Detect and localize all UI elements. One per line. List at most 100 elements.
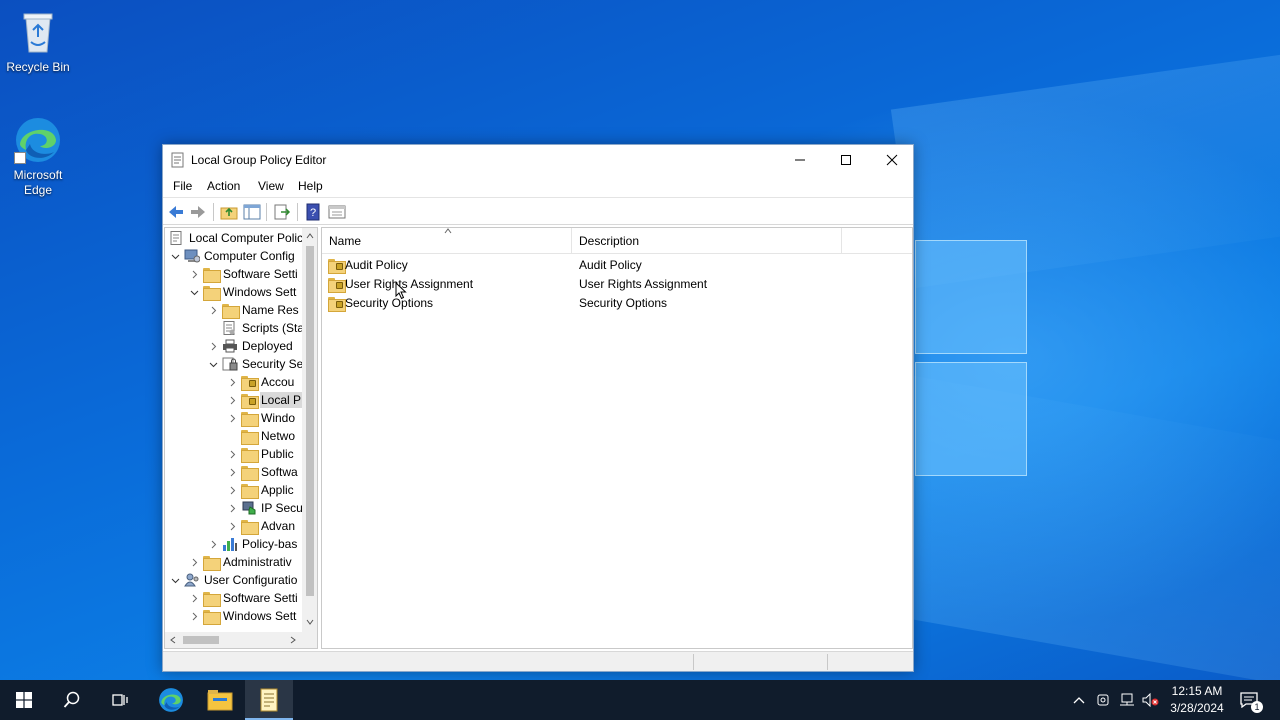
tree-item-public-key-policies[interactable]: Public: [226, 445, 295, 463]
tree-item-administrative-templates[interactable]: Administrativ: [188, 553, 293, 571]
chevron-right-icon[interactable]: [226, 517, 238, 535]
task-view-button[interactable]: [96, 680, 144, 720]
tree-item-name-resolution-policy[interactable]: Name Res: [207, 301, 300, 319]
chevron-right-icon[interactable]: [188, 553, 200, 571]
tree-item-user-windows-settings[interactable]: Windows Sett: [188, 607, 297, 625]
help-book-icon: ?: [306, 203, 320, 221]
maximize-button[interactable]: [823, 145, 869, 175]
list-item-security-options[interactable]: Security Options Security Options: [322, 293, 912, 312]
start-button[interactable]: [0, 680, 48, 720]
tree-item-advanced-audit[interactable]: Advan: [226, 517, 296, 535]
security-settings-icon: [222, 357, 238, 371]
network-icon: [1120, 693, 1134, 706]
list-header: Name Description: [322, 228, 912, 254]
tree-horizontal-scroll-thumb[interactable]: [183, 636, 219, 644]
tree-item-local-policies[interactable]: Local P: [226, 391, 303, 409]
clock[interactable]: 12:15 AM 3/28/2024: [1160, 683, 1234, 717]
action-center-button[interactable]: 1: [1236, 680, 1263, 720]
list-item-user-rights-assignment[interactable]: User Rights Assignment User Rights Assig…: [322, 274, 912, 293]
scrollbar-corner: [302, 632, 317, 648]
chevron-down-icon[interactable]: [169, 571, 181, 589]
chevron-right-icon[interactable]: [226, 481, 238, 499]
show-hidden-icons-button[interactable]: [1068, 680, 1090, 720]
volume-tray-icon[interactable]: [1140, 680, 1162, 720]
users-icon: [184, 573, 200, 587]
console-tree[interactable]: Local Computer Polic Computer Config Sof…: [164, 227, 318, 649]
tree-item-application-control[interactable]: Applic: [226, 481, 295, 499]
chevron-right-icon[interactable]: [226, 499, 238, 517]
folder-icon: [203, 591, 221, 607]
recycle-bin-desktop-icon[interactable]: Recycle Bin: [0, 8, 76, 75]
tree-item-windows-defender-firewall[interactable]: Windo: [226, 409, 296, 427]
taskbar: 12:15 AM 3/28/2024 1: [0, 680, 1280, 720]
taskbar-group-policy-editor[interactable]: [245, 680, 293, 720]
tree-item-local-computer-policy[interactable]: Local Computer Polic: [169, 229, 304, 247]
details-pane[interactable]: Name Description Audit Policy Audit Poli…: [321, 227, 913, 649]
chevron-right-icon[interactable]: [188, 589, 200, 607]
scroll-right-icon: [290, 636, 296, 644]
chevron-right-icon[interactable]: [188, 265, 200, 283]
menu-help[interactable]: Help: [298, 179, 323, 193]
export-list-button[interactable]: [273, 203, 291, 221]
tree-item-network-list-manager[interactable]: Netwo: [226, 427, 296, 445]
chevron-right-icon[interactable]: [226, 463, 238, 481]
locked-folder-icon: [328, 258, 346, 274]
tree-item-security-settings[interactable]: Security Se: [207, 355, 304, 373]
tree-item-ip-security[interactable]: IP Secu: [226, 499, 304, 517]
sort-ascending-icon: [444, 228, 452, 234]
chevron-right-icon[interactable]: [226, 373, 238, 391]
recycle-bin-icon: [14, 8, 62, 56]
chevron-down-icon[interactable]: [169, 247, 181, 265]
tree-item-user-configuration[interactable]: User Configuratio: [169, 571, 298, 589]
tree-item-software-restriction[interactable]: Softwa: [226, 463, 299, 481]
taskbar-edge[interactable]: [147, 680, 195, 720]
minimize-icon: [795, 159, 805, 161]
chevron-right-icon[interactable]: [207, 535, 219, 553]
tree-item-account-policies[interactable]: Accou: [226, 373, 295, 391]
menu-file[interactable]: File: [173, 179, 192, 193]
properties-view-button[interactable]: [328, 203, 346, 221]
tree-item-user-software-settings[interactable]: Software Setti: [188, 589, 299, 607]
shortcut-arrow-icon: [14, 152, 26, 164]
chevron-down-icon[interactable]: [188, 283, 200, 301]
chevron-right-icon[interactable]: [226, 391, 238, 409]
tree-item-policy-based-qos[interactable]: Policy-bas: [207, 535, 298, 553]
menu-action[interactable]: Action: [207, 179, 240, 193]
show-hide-console-tree-button[interactable]: [243, 203, 261, 221]
tree-item-deployed-printers[interactable]: Deployed: [207, 337, 294, 355]
minimize-button[interactable]: [777, 145, 823, 175]
column-header-name[interactable]: Name: [322, 228, 572, 254]
up-one-level-button[interactable]: [220, 203, 238, 221]
scroll-down-icon: [306, 619, 314, 625]
search-button[interactable]: [48, 680, 96, 720]
column-header-description[interactable]: Description: [572, 228, 842, 254]
close-button[interactable]: [869, 145, 915, 175]
tree-item-computer-configuration[interactable]: Computer Config: [169, 247, 296, 265]
back-button[interactable]: [167, 203, 185, 221]
tree-item-software-settings[interactable]: Software Setti: [188, 265, 299, 283]
chevron-right-icon[interactable]: [226, 445, 238, 463]
edge-desktop-icon[interactable]: Microsoft Edge: [0, 116, 76, 198]
folder-icon: [241, 465, 259, 481]
group-policy-editor-window: Local Group Policy Editor File Action Vi…: [162, 144, 914, 672]
chevron-down-icon[interactable]: [207, 355, 219, 373]
forward-button[interactable]: [189, 203, 207, 221]
chevron-right-icon[interactable]: [207, 301, 219, 319]
help-button[interactable]: ?: [304, 203, 322, 221]
menu-view[interactable]: View: [258, 179, 284, 193]
tree-vertical-scrollbar[interactable]: [302, 228, 317, 632]
title-bar[interactable]: Local Group Policy Editor: [163, 145, 913, 175]
chevron-right-icon[interactable]: [207, 337, 219, 355]
tree-vertical-scroll-thumb[interactable]: [306, 246, 314, 596]
policy-editor-app-icon: [260, 688, 278, 712]
tree-item-windows-settings[interactable]: Windows Sett: [188, 283, 297, 301]
tree-horizontal-scrollbar[interactable]: [165, 632, 302, 648]
meet-now-tray-icon[interactable]: [1092, 680, 1114, 720]
chevron-right-icon[interactable]: [188, 607, 200, 625]
taskbar-file-explorer[interactable]: [196, 680, 244, 720]
computer-icon: [184, 249, 201, 263]
list-item-audit-policy[interactable]: Audit Policy Audit Policy: [322, 255, 912, 274]
chevron-right-icon[interactable]: [226, 409, 238, 427]
network-tray-icon[interactable]: [1116, 680, 1138, 720]
tree-item-scripts[interactable]: Scripts (Sta: [207, 319, 305, 337]
